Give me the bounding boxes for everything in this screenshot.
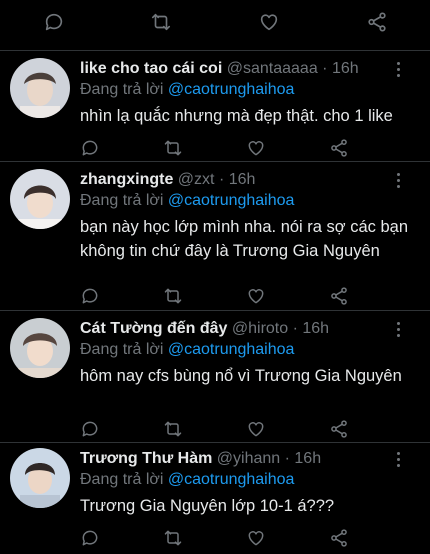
reply-tweet[interactable]: zhangxingte @zxt · 16h Đang trả lời @cao… (0, 169, 430, 309)
heart-icon (248, 289, 264, 304)
heart-icon (248, 422, 264, 437)
retweet-icon (151, 13, 171, 31)
retweet-button[interactable] (163, 528, 185, 550)
replying-to: Đang trả lời @caotrunghaihoa (80, 471, 294, 489)
reply-tweet[interactable]: Cát Tường đến đây @hiroto · 16h Đang trả… (0, 318, 430, 440)
user-handle[interactable]: @zxt (178, 171, 215, 188)
divider (0, 50, 430, 51)
retweet-button[interactable] (163, 419, 185, 441)
reply-button[interactable] (80, 528, 102, 550)
avatar[interactable] (10, 58, 70, 118)
share-button[interactable] (329, 286, 351, 308)
timestamp[interactable]: 16h (332, 60, 359, 77)
like-button[interactable] (255, 8, 283, 36)
timestamp[interactable]: 16h (302, 320, 329, 337)
more-options-button[interactable] (390, 320, 408, 338)
share-icon (331, 529, 347, 547)
avatar[interactable] (10, 448, 70, 508)
share-button[interactable] (329, 419, 351, 441)
retweet-icon (164, 288, 182, 304)
tweet-header: Cát Tường đến đây @hiroto · 16h (80, 320, 390, 342)
reply-tweet[interactable]: Trương Thư Hàm @yihann · 16h Đang trả lờ… (0, 448, 430, 554)
replying-to: Đang trả lời @caotrunghaihoa (80, 81, 294, 99)
comment-icon (82, 421, 98, 437)
like-button[interactable] (246, 286, 268, 308)
reply-button[interactable] (80, 286, 102, 308)
display-name[interactable]: Cát Tường đến đây (80, 320, 227, 337)
reply-button[interactable] (80, 138, 102, 160)
mention-link[interactable]: @caotrunghaihoa (168, 471, 295, 488)
reply-button[interactable] (80, 419, 102, 441)
display-name[interactable]: zhangxingte (80, 171, 173, 188)
tweet-text: bạn này học lớp mình nha. nói ra sợ các … (80, 218, 409, 260)
tweet-header: like cho tao cái coi @santaaaaa · 16h (80, 60, 390, 82)
like-button[interactable] (246, 528, 268, 550)
comment-icon (82, 288, 98, 304)
replying-to-label: Đang trả lời (80, 471, 164, 488)
reply-button[interactable] (40, 8, 68, 36)
divider (0, 310, 430, 311)
user-handle[interactable]: @yihann (217, 450, 280, 467)
share-button[interactable] (329, 528, 351, 550)
replying-to: Đang trả lời @caotrunghaihoa (80, 192, 294, 210)
more-options-button[interactable] (390, 171, 408, 189)
tweet-header: Trương Thư Hàm @yihann · 16h (80, 450, 390, 472)
heart-icon (248, 531, 264, 546)
retweet-icon (164, 421, 182, 437)
user-handle[interactable]: @santaaaaa (227, 60, 318, 77)
mention-link[interactable]: @caotrunghaihoa (168, 192, 295, 209)
share-icon (368, 12, 386, 32)
tweet-text: hôm nay cfs bùng nổ vì Trương Gia Nguyên (80, 367, 402, 385)
replying-to-label: Đang trả lời (80, 192, 164, 209)
avatar[interactable] (10, 169, 70, 229)
separator-dot: · (218, 171, 225, 188)
tweet-text: Trương Gia Nguyên lớp 10-1 á??? (80, 497, 335, 515)
retweet-icon (164, 140, 182, 156)
like-button[interactable] (246, 138, 268, 160)
timestamp[interactable]: 16h (294, 450, 321, 467)
avatar-image (10, 169, 70, 229)
retweet-button[interactable] (147, 8, 175, 36)
mention-link[interactable]: @caotrunghaihoa (168, 341, 295, 358)
heart-icon (260, 14, 278, 31)
mention-link[interactable]: @caotrunghaihoa (168, 81, 295, 98)
user-handle[interactable]: @hiroto (232, 320, 288, 337)
replying-to-label: Đang trả lời (80, 341, 164, 358)
comment-icon (82, 140, 98, 156)
comment-icon (82, 530, 98, 546)
separator-dot: · (284, 450, 290, 467)
share-icon (331, 420, 347, 438)
display-name[interactable]: Trương Thư Hàm (80, 450, 212, 467)
like-button[interactable] (246, 419, 268, 441)
replying-to: Đang trả lời @caotrunghaihoa (80, 341, 294, 359)
reply-tweet[interactable]: like cho tao cái coi @santaaaaa · 16h Đa… (0, 58, 430, 170)
share-button[interactable] (329, 138, 351, 160)
avatar-image (10, 318, 70, 378)
share-icon (331, 139, 347, 157)
retweet-button[interactable] (163, 286, 185, 308)
retweet-button[interactable] (163, 138, 185, 160)
tweet-header: zhangxingte @zxt · 16h (80, 171, 390, 193)
more-options-button[interactable] (390, 450, 408, 468)
divider (0, 161, 430, 162)
avatar-image (10, 58, 70, 118)
display-name[interactable]: like cho tao cái coi (80, 60, 222, 77)
separator-dot: · (292, 320, 298, 337)
avatar[interactable] (10, 318, 70, 378)
replying-to-label: Đang trả lời (80, 81, 164, 98)
share-button[interactable] (363, 8, 391, 36)
comment-icon (45, 13, 63, 31)
separator-dot: · (322, 60, 328, 77)
divider (0, 442, 430, 443)
parent-tweet-actions (0, 0, 430, 48)
more-options-button[interactable] (390, 60, 408, 78)
heart-icon (248, 141, 264, 156)
avatar-image (10, 448, 70, 508)
timestamp[interactable]: 16h (229, 171, 256, 188)
retweet-icon (164, 530, 182, 546)
share-icon (331, 287, 347, 305)
tweet-text: nhìn lạ quắc nhưng mà đẹp thật. cho 1 li… (80, 107, 393, 125)
